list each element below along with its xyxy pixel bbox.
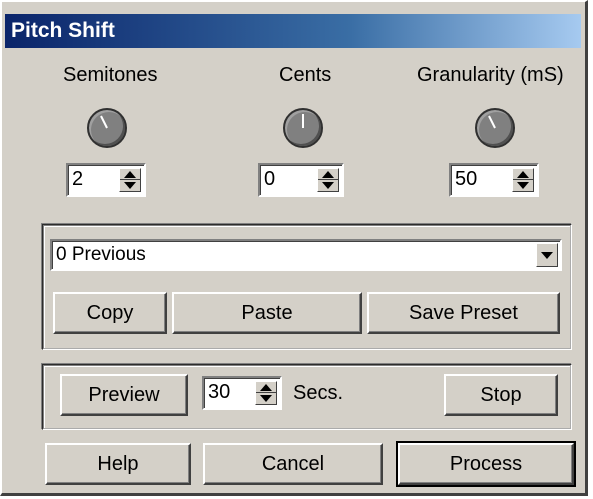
spin-down-icon[interactable] — [260, 395, 272, 402]
knob-indicator-icon — [100, 115, 108, 129]
spin-down-icon[interactable] — [517, 182, 529, 189]
spin-up-icon[interactable] — [260, 384, 272, 391]
semitones-knob[interactable] — [87, 108, 127, 148]
chevron-down-icon — [541, 252, 553, 259]
granularity-label: Granularity (mS) — [417, 64, 564, 86]
granularity-value[interactable]: 50 — [455, 168, 477, 191]
semitones-spin-arrows[interactable] — [119, 168, 141, 192]
semitones-spinbox[interactable]: 2 — [66, 163, 146, 197]
cancel-button[interactable]: Cancel — [203, 443, 383, 485]
spin-up-icon[interactable] — [322, 171, 334, 178]
help-button[interactable]: Help — [45, 443, 191, 485]
cents-label: Cents — [279, 64, 332, 86]
window-title: Pitch Shift — [11, 19, 115, 42]
seconds-spin-arrows[interactable] — [255, 381, 277, 405]
process-button[interactable]: Process — [396, 441, 576, 487]
dropdown-arrow-button[interactable] — [536, 243, 558, 267]
spin-up-icon[interactable] — [124, 171, 136, 178]
preset-dropdown[interactable]: 0 Previous — [50, 239, 562, 271]
copy-button[interactable]: Copy — [53, 292, 167, 334]
knob-indicator-icon — [302, 114, 304, 128]
granularity-spin-arrows[interactable] — [512, 168, 534, 192]
preview-button[interactable]: Preview — [60, 374, 188, 416]
granularity-knob[interactable] — [475, 108, 515, 148]
title-bar: Pitch Shift — [5, 14, 581, 48]
knob-indicator-icon — [488, 115, 496, 129]
semitones-label: Semitones — [63, 64, 158, 86]
spin-down-icon[interactable] — [322, 182, 334, 189]
save-preset-button[interactable]: Save Preset — [367, 292, 560, 334]
stop-button[interactable]: Stop — [444, 374, 558, 416]
spin-down-icon[interactable] — [124, 182, 136, 189]
cents-value[interactable]: 0 — [264, 168, 275, 191]
preview-seconds-spinbox[interactable]: 30 — [202, 376, 282, 410]
seconds-unit-label: Secs. — [293, 382, 344, 404]
cents-spinbox[interactable]: 0 — [258, 163, 344, 197]
semitones-value[interactable]: 2 — [72, 168, 83, 191]
cents-knob[interactable] — [283, 108, 323, 148]
spin-up-icon[interactable] — [517, 171, 529, 178]
cents-spin-arrows[interactable] — [317, 168, 339, 192]
granularity-spinbox[interactable]: 50 — [449, 163, 539, 197]
paste-button[interactable]: Paste — [172, 292, 362, 334]
preset-selected-value[interactable]: 0 Previous — [56, 244, 146, 266]
preview-seconds-value[interactable]: 30 — [208, 381, 230, 404]
